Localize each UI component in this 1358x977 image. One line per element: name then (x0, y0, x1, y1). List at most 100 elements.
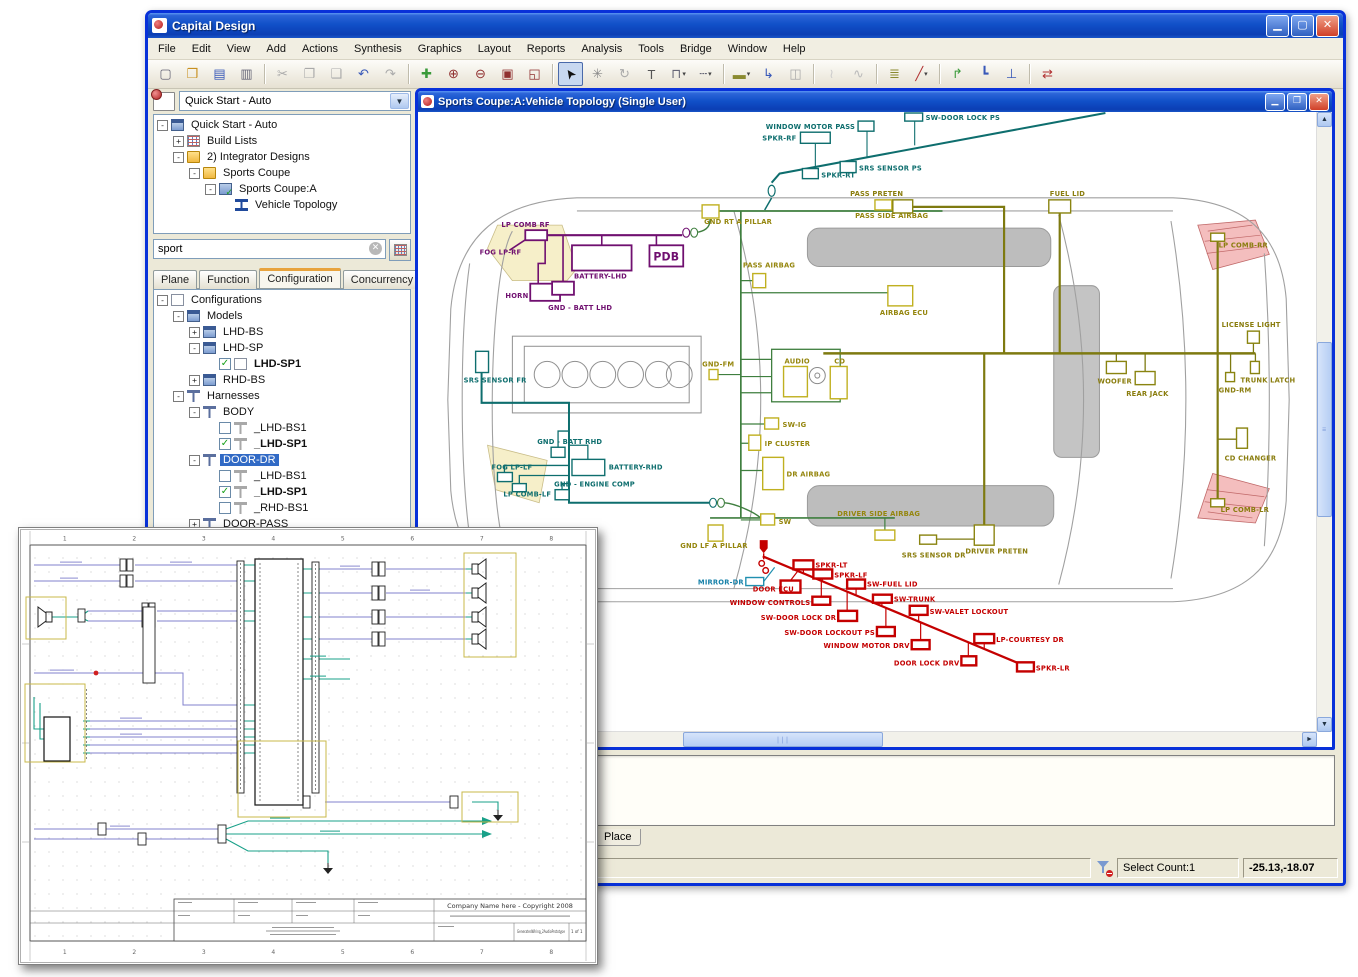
device-box[interactable] (893, 200, 913, 213)
menu-bridge[interactable]: Bridge (672, 40, 720, 58)
config--lhd-bs1[interactable]: _LHD-BS1 (154, 468, 410, 484)
device-label[interactable]: GND-RM (1219, 387, 1252, 395)
device-box[interactable] (905, 113, 923, 121)
undo-button[interactable]: ↶ (351, 62, 376, 86)
device-label[interactable]: SRS SENSOR FR (464, 377, 527, 385)
split-view-button[interactable]: ◫ (783, 62, 808, 86)
device-label[interactable]: DR AIRBAG (787, 470, 831, 478)
component-button[interactable]: ▬▾ (729, 62, 754, 86)
menu-actions[interactable]: Actions (294, 40, 346, 58)
print-button[interactable]: ▥ (234, 62, 259, 86)
project-sports-coupe[interactable]: -Sports Coupe (154, 165, 410, 181)
wire-button[interactable]: ╱▾ (909, 62, 934, 86)
device-label[interactable]: GND LF A PILLAR (680, 542, 748, 550)
device-box[interactable] (873, 595, 892, 603)
maximize-button[interactable]: ▢ (1291, 15, 1314, 37)
text-button[interactable]: T (639, 62, 664, 86)
expander-icon[interactable]: - (173, 391, 184, 402)
device-label[interactable]: SW-DOOR LOCKOUT PS (784, 629, 875, 637)
tab-place[interactable]: Place (595, 829, 641, 846)
topology-titlebar[interactable]: Sports Coupe:A:Vehicle Topology (Single … (418, 91, 1332, 112)
device-label[interactable]: SPKR-LT (815, 561, 847, 569)
connect-route-button[interactable]: ┗ (972, 62, 997, 86)
config-models[interactable]: -Models (154, 308, 410, 324)
device-label[interactable]: LP COMB-LF (503, 491, 551, 499)
device-box[interactable] (749, 435, 761, 450)
rotate-button[interactable]: ↻ (612, 62, 637, 86)
device-label[interactable]: SPKR-RF (762, 134, 796, 142)
device-box[interactable] (552, 282, 574, 295)
device-box[interactable] (800, 132, 830, 143)
device-label[interactable]: SW-IG (783, 421, 807, 429)
device-label[interactable]: SRS SENSOR DR (902, 551, 966, 559)
device-box[interactable] (1017, 662, 1034, 671)
device-box[interactable] (1226, 373, 1235, 382)
device-box[interactable] (476, 351, 489, 372)
doc-restore-button[interactable]: ❐ (1287, 93, 1307, 111)
cut-button[interactable]: ✂ (270, 62, 295, 86)
device-box[interactable] (761, 514, 775, 525)
checkbox[interactable]: ✓ (219, 358, 231, 370)
expander-icon[interactable]: - (189, 455, 200, 466)
device-box[interactable] (1211, 233, 1225, 241)
doc-close-button[interactable]: ✕ (1309, 93, 1329, 111)
paste-button[interactable]: ❑ (324, 62, 349, 86)
save-button[interactable]: ▤ (207, 62, 232, 86)
device-label[interactable]: SPKR-LF (834, 571, 867, 579)
device-box[interactable] (793, 560, 813, 569)
menu-file[interactable]: File (150, 40, 184, 58)
redo-button[interactable]: ↷ (378, 62, 403, 86)
device-label[interactable]: AIRBAG ECU (880, 309, 928, 317)
device-box[interactable] (709, 369, 718, 379)
device-label[interactable]: LP-COURTESY DR (996, 636, 1064, 644)
device-box[interactable] (910, 606, 928, 615)
copy-button[interactable]: ❐ (297, 62, 322, 86)
config-body[interactable]: -BODY (154, 404, 410, 420)
device-label[interactable]: LP COMB-RR (1219, 241, 1269, 249)
align-button[interactable]: ⊓▾ (666, 62, 691, 86)
scroll-up-button[interactable]: ▲ (1317, 112, 1332, 127)
device-label[interactable]: TRUNK LATCH (1241, 377, 1296, 385)
schematic-preview-window[interactable]: 1122334455667788 (18, 527, 598, 965)
checkbox[interactable]: ✓ (219, 438, 231, 450)
zoom-window-button[interactable]: ▣ (495, 62, 520, 86)
filter-icon[interactable] (1095, 859, 1113, 877)
device-box[interactable] (858, 121, 874, 131)
new-button[interactable]: ▢ (153, 62, 178, 86)
device-box[interactable] (877, 627, 895, 636)
device-label[interactable]: FOG LP-RF (480, 248, 522, 256)
device-box[interactable] (813, 569, 832, 578)
config-lhd-bs[interactable]: +LHD-BS (154, 324, 410, 340)
expander-icon[interactable]: + (189, 375, 200, 386)
expander-icon[interactable]: - (189, 343, 200, 354)
checkbox[interactable]: ✓ (219, 486, 231, 498)
bundle-button[interactable]: ≀ (819, 62, 844, 86)
scroll-right-button[interactable]: ► (1302, 732, 1317, 747)
zoom-out-button[interactable]: ⊖ (468, 62, 493, 86)
minimize-button[interactable]: ▁ (1266, 15, 1289, 37)
device-box[interactable] (551, 447, 565, 457)
device-label[interactable]: GND - BATT LHD (548, 304, 612, 312)
zoom-in-button[interactable]: ⊕ (441, 62, 466, 86)
search-options-button[interactable] (389, 239, 411, 261)
expander-icon[interactable]: - (173, 311, 184, 322)
scope-combo[interactable]: Quick Start - Auto ▼ (179, 91, 411, 111)
config-configurations[interactable]: -Configurations (154, 292, 410, 308)
device-label[interactable]: SPKR-LR (1036, 664, 1070, 672)
config-rhd-bs[interactable]: +RHD-BS (154, 372, 410, 388)
device-box[interactable] (1247, 331, 1259, 343)
config--lhd-sp1[interactable]: ✓_LHD-SP1 (154, 484, 410, 500)
config-lhd-sp[interactable]: -LHD-SP (154, 340, 410, 356)
device-box[interactable] (784, 366, 808, 396)
device-label[interactable]: GND - ENGINE COMP (554, 481, 635, 489)
device-box[interactable] (838, 611, 857, 621)
device-label[interactable]: GND RT A PILLAR (704, 218, 773, 226)
project-quick-start-auto[interactable]: -Quick Start - Auto (154, 117, 410, 133)
device-box[interactable] (763, 457, 784, 489)
checkbox[interactable] (219, 422, 231, 434)
device-label[interactable]: IP CLUSTER (765, 440, 811, 448)
vertical-scrollbar[interactable]: ▲ ≡ ▼ (1316, 112, 1332, 732)
device-box[interactable] (572, 245, 632, 270)
expander-icon[interactable]: - (189, 407, 200, 418)
device-label[interactable]: FUEL LID (1050, 190, 1085, 198)
